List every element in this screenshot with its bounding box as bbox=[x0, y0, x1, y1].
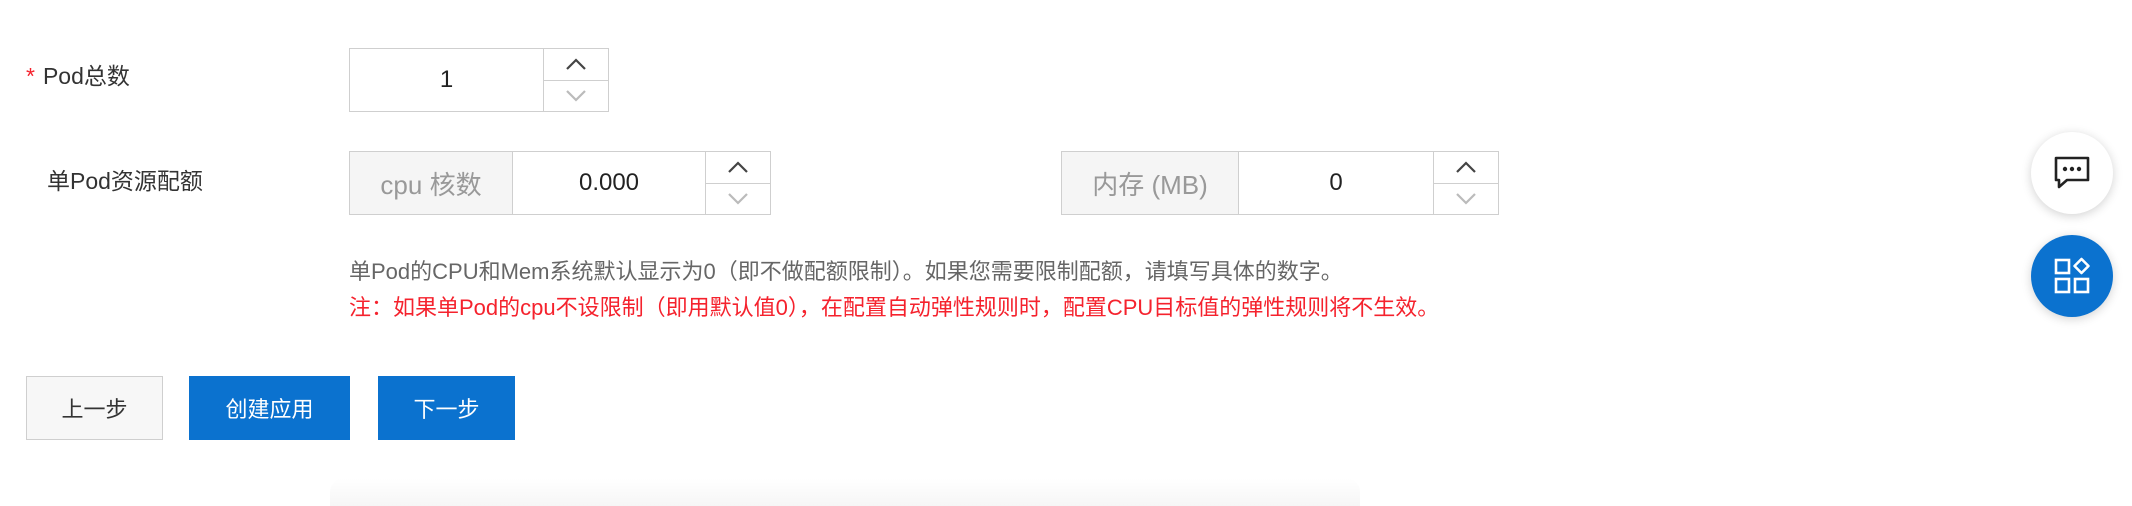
required-marker: * bbox=[26, 63, 35, 89]
apps-icon bbox=[2054, 257, 2090, 294]
pod-total-stepper-arrows bbox=[543, 49, 608, 111]
memory-mb-input[interactable]: 0 bbox=[1239, 152, 1433, 214]
cpu-cores-increment-button[interactable] bbox=[706, 152, 770, 184]
feedback-float-button[interactable] bbox=[2031, 132, 2113, 214]
pod-resource-label: 单Pod资源配额 bbox=[47, 168, 203, 194]
pod-total-increment-button[interactable] bbox=[544, 49, 608, 81]
memory-mb-stepper-arrows bbox=[1433, 152, 1498, 214]
chevron-down-icon bbox=[566, 89, 586, 102]
chevron-down-icon bbox=[1456, 192, 1476, 205]
pod-total-decrement-button[interactable] bbox=[544, 81, 608, 112]
chevron-down-icon bbox=[728, 192, 748, 205]
apps-float-button[interactable] bbox=[2031, 235, 2113, 317]
create-app-button[interactable]: 创建应用 bbox=[189, 376, 350, 440]
chevron-up-icon bbox=[1456, 161, 1476, 174]
pod-total-input[interactable]: 1 bbox=[350, 49, 543, 111]
chevron-up-icon bbox=[566, 58, 586, 71]
cpu-cores-addon: cpu 核数 bbox=[350, 152, 513, 214]
next-step-button[interactable]: 下一步 bbox=[378, 376, 515, 440]
cpu-cores-decrement-button[interactable] bbox=[706, 184, 770, 215]
pod-total-label-text: Pod总数 bbox=[42, 63, 130, 89]
memory-mb-decrement-button[interactable] bbox=[1434, 184, 1498, 215]
pod-total-label: * Pod总数 bbox=[26, 61, 130, 91]
bottom-panel-shadow bbox=[330, 478, 1360, 506]
cpu-cores-stepper-arrows bbox=[705, 152, 770, 214]
chat-icon bbox=[2054, 156, 2090, 189]
cpu-cores-stepper[interactable]: cpu 核数 0.000 bbox=[349, 151, 771, 215]
memory-mb-increment-button[interactable] bbox=[1434, 152, 1498, 184]
previous-step-button[interactable]: 上一步 bbox=[26, 376, 163, 440]
resource-warning-hint: 注：如果单Pod的cpu不设限制（即用默认值0），在配置自动弹性规则时，配置CP… bbox=[349, 295, 1440, 320]
resource-default-hint: 单Pod的CPU和Mem系统默认显示为0（即不做配额限制）。如果您需要限制配额，… bbox=[349, 259, 1343, 284]
cpu-cores-input[interactable]: 0.000 bbox=[513, 152, 705, 214]
memory-mb-stepper[interactable]: 内存 (MB) 0 bbox=[1061, 151, 1499, 215]
memory-mb-addon: 内存 (MB) bbox=[1062, 152, 1239, 214]
deploy-form-page: * Pod总数 1 单Pod资源配额 cpu 核数 0.000 内存 (MB) 0 bbox=[0, 0, 2132, 506]
pod-total-stepper[interactable]: 1 bbox=[349, 48, 609, 112]
chevron-up-icon bbox=[728, 161, 748, 174]
